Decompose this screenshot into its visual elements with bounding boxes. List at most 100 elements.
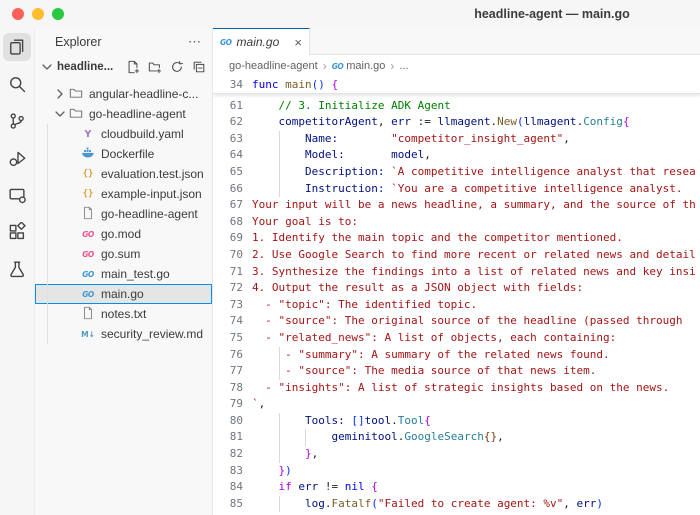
tree-item-label: example-input.json <box>101 187 202 201</box>
new-file-button[interactable] <box>125 60 140 75</box>
workspace-section-header[interactable]: headline... <box>35 56 212 78</box>
code-token: tool <box>365 414 392 427</box>
tree-indent-guide <box>47 184 48 204</box>
code-token: - "source": The original source of the h… <box>252 314 682 327</box>
code-token: { <box>371 480 378 493</box>
activity-bar-item-search[interactable] <box>3 70 31 98</box>
breadcrumb-item[interactable]: GOmain.go <box>332 60 386 72</box>
code-line-83: 83 }) <box>213 463 700 480</box>
tree-item-go-sum[interactable]: GOgo.sum <box>35 244 212 264</box>
breadcrumb: go-headline-agent›GOmain.go›... <box>213 55 700 77</box>
code-token: , <box>424 148 431 161</box>
tree-item-go-headline-agent[interactable]: go-headline-agent <box>35 204 212 224</box>
tree-item-label: Dockerfile <box>101 147 154 161</box>
go-pink-icon: GO <box>82 230 94 239</box>
code-token: , <box>563 132 570 145</box>
indent-guide <box>279 147 280 164</box>
go-pink-icon: GO <box>82 250 94 259</box>
code-token: err <box>298 480 318 493</box>
tree-indent-guide <box>47 264 48 284</box>
explorer-sidebar: Explorer ⋯ headline... angular-headline-… <box>35 28 213 515</box>
tree-item-example-input-json[interactable]: {} example-input.json <box>35 184 212 204</box>
code-line-69: 691. Identify the main topic and the com… <box>213 230 700 247</box>
tab-main-go[interactable]: GO main.go × <box>213 28 310 55</box>
collapse-all-button[interactable] <box>191 60 206 75</box>
code-token <box>252 464 279 477</box>
indent-guide <box>305 429 306 446</box>
code-line-66: 66 Instruction: `You are a competitive i… <box>213 181 700 198</box>
activity-bar-item-testing[interactable] <box>3 255 31 283</box>
tree-item-cloudbuild-yaml[interactable]: Ycloudbuild.yaml <box>35 124 212 144</box>
code-line-76: 76 - "summary": A summary of the related… <box>213 347 700 364</box>
code-lines: 6061 // 3. Initialize ADK Agent62 compet… <box>213 77 700 515</box>
code-token: llmagent <box>437 115 490 128</box>
tree-item-angular-headline-c-[interactable]: angular-headline-c... <box>35 84 212 104</box>
tree-item-notes-txt[interactable]: notes.txt <box>35 304 212 324</box>
code-line-71: 713. Synthesize the findings into a list… <box>213 264 700 281</box>
code-line-81: 81 geminitool.GoogleSearch{}, <box>213 429 700 446</box>
code-line-63: 63 Name: "competitor_insight_agent", <box>213 131 700 148</box>
activity-bar-item-remote-explorer[interactable] <box>3 181 31 209</box>
json-icon: {} <box>83 189 94 199</box>
line-number: 34 <box>213 77 243 94</box>
tree-indent-guide <box>47 124 48 144</box>
code-token: Fatalf <box>331 497 371 510</box>
line-number: 76 <box>213 347 243 364</box>
refresh-button[interactable] <box>169 60 184 75</box>
minimize-window-button[interactable] <box>32 8 44 20</box>
code-token: log <box>305 497 325 510</box>
code-token: nil <box>345 480 365 493</box>
tree-item-go-headline-agent[interactable]: go-headline-agent <box>35 104 212 124</box>
chevron-right-icon <box>52 86 68 102</box>
tree-indent-guide <box>47 204 48 224</box>
editor-group: GO main.go × go-headline-agent›GOmain.go… <box>213 28 700 515</box>
sidebar-title: Explorer <box>55 35 102 49</box>
code-token: ) <box>285 464 292 477</box>
activity-bar-item-explorer[interactable] <box>3 33 31 61</box>
tree-item-main-test-go[interactable]: GOmain_test.go <box>35 264 212 284</box>
breadcrumb-item[interactable]: ... <box>399 60 408 72</box>
tree-indent-guide <box>47 324 48 344</box>
tree-item-evaluation-test-json[interactable]: {}evaluation.test.json <box>35 164 212 184</box>
line-number: 65 <box>213 164 243 181</box>
code-token: - "related_news": A list of objects, eac… <box>252 331 616 344</box>
sidebar-more-actions-button[interactable]: ⋯ <box>188 34 202 50</box>
tree-item-main-go[interactable]: GOmain.go <box>35 284 212 304</box>
breadcrumb-item[interactable]: go-headline-agent <box>229 60 318 72</box>
code-token: { <box>623 115 630 128</box>
code-editor[interactable]: 6061 // 3. Initialize ADK Agent62 compet… <box>213 77 700 515</box>
tree-indent-guide <box>47 244 48 264</box>
code-token: Your input will be a news headline, a su… <box>252 198 696 211</box>
markdown-icon: M↓ <box>81 330 95 339</box>
tree-item-dockerfile[interactable]: Dockerfile <box>35 144 212 164</box>
activity-bar-item-source-control[interactable] <box>3 107 31 135</box>
tree-item-security-review-md[interactable]: M↓security_review.md <box>35 324 212 344</box>
activity-bar-item-extensions[interactable] <box>3 218 31 246</box>
activity-bar-item-run-debug[interactable] <box>3 144 31 172</box>
new-folder-button[interactable] <box>147 60 162 75</box>
tree-item-label: go-headline-agent <box>101 207 198 221</box>
code-token: "competitor_insight_agent" <box>391 132 563 145</box>
code-line-74: 74 - "source": The original source of th… <box>213 313 700 330</box>
folder-icon <box>69 106 83 123</box>
code-token: Description: <box>305 165 384 178</box>
line-number: 67 <box>213 197 243 214</box>
code-text: func main() { <box>252 77 700 94</box>
code-token <box>345 148 391 161</box>
zoom-window-button[interactable] <box>52 8 64 20</box>
code-text: log.Fatalf("Failed to create agent: %v",… <box>252 496 700 513</box>
tree-item-go-mod[interactable]: GOgo.mod <box>35 224 212 244</box>
close-window-button[interactable] <box>12 8 24 20</box>
line-number: 81 <box>213 429 243 446</box>
section-actions <box>125 60 206 75</box>
code-line-34: 34 func main() { <box>213 77 700 94</box>
line-number: 69 <box>213 230 243 247</box>
code-token: 2. Use Google Search to find more recent… <box>252 248 696 261</box>
tree-indent-guide <box>47 144 48 164</box>
close-tab-icon[interactable]: × <box>294 36 302 49</box>
code-token: - "topic": The identified topic. <box>252 298 477 311</box>
code-token: , <box>497 430 504 443</box>
line-number: 82 <box>213 446 243 463</box>
traffic-lights <box>12 8 64 20</box>
tree-item-label: main.go <box>101 287 144 301</box>
